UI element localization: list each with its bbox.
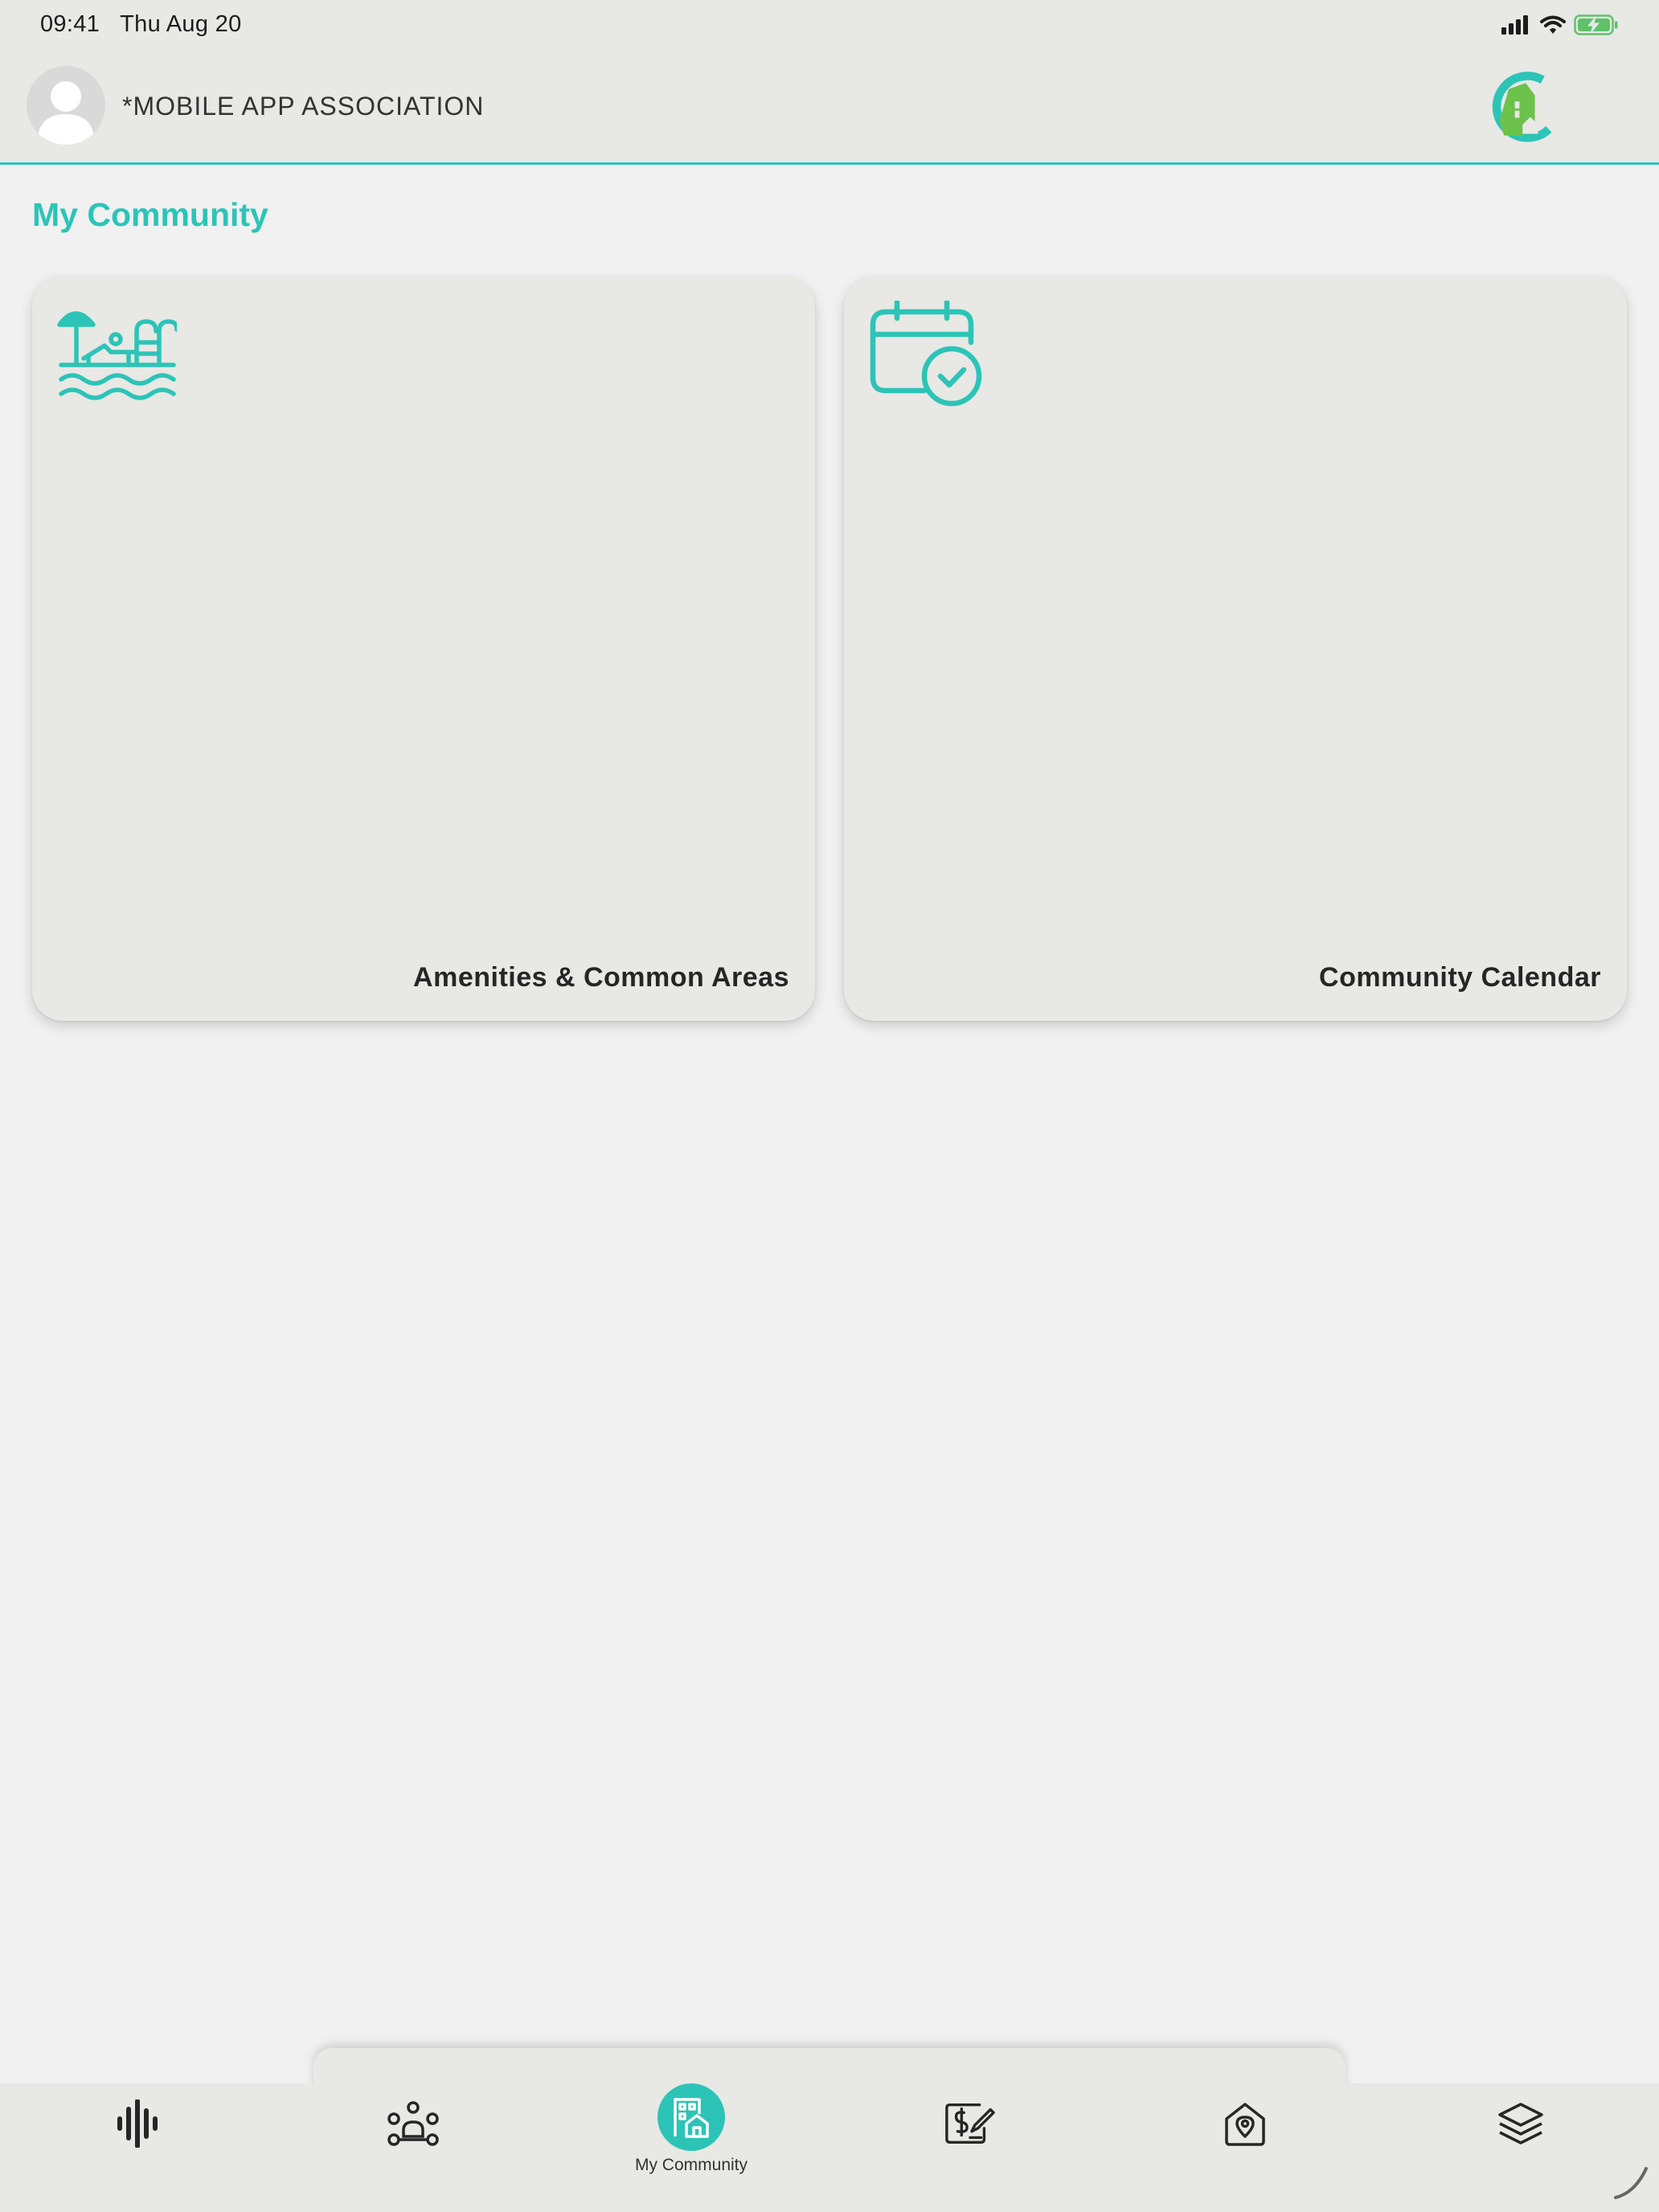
- bottom-nav: My Community: [0, 2083, 1659, 2212]
- status-time-date: 09:41 Thu Aug 20: [40, 11, 242, 38]
- status-bar: 09:41 Thu Aug 20: [0, 0, 1659, 50]
- nav-item-my-community[interactable]: My Community: [619, 2083, 764, 2204]
- layers-icon: [1495, 2098, 1546, 2149]
- association-name[interactable]: *MOBILE APP ASSOCIATION: [122, 92, 484, 121]
- page-title: My Community: [32, 196, 268, 233]
- community-building-icon: [657, 2083, 725, 2151]
- status-icons: [1501, 13, 1619, 37]
- wifi-icon: [1540, 15, 1566, 34]
- nav-item-layers[interactable]: [1448, 2083, 1593, 2204]
- people-network-icon: [387, 2098, 439, 2149]
- avatar[interactable]: [27, 66, 105, 145]
- amenities-card-label: Amenities & Common Areas: [413, 962, 789, 993]
- app-screen: 09:41 Thu Aug 20 *MOBILE APP ASSOCIATION…: [0, 0, 1659, 2212]
- brand-logo[interactable]: [1489, 68, 1566, 145]
- battery-charging-icon: [1574, 14, 1618, 35]
- status-time: 09:41: [40, 11, 100, 37]
- calendar-check-icon: [870, 301, 982, 407]
- nav-item-payments[interactable]: [897, 2083, 1042, 2204]
- status-date: Thu Aug 20: [120, 11, 242, 37]
- resize-handle-icon[interactable]: [1611, 2162, 1651, 2202]
- nav-label-my-community: My Community: [634, 2156, 748, 2174]
- payment-edit-icon: [944, 2098, 995, 2149]
- person-icon: [37, 81, 95, 145]
- home-location-icon: [1219, 2098, 1271, 2149]
- signal-icon: [1501, 15, 1528, 35]
- nav-item-people[interactable]: [341, 2083, 485, 2204]
- nav-item-activity[interactable]: [65, 2083, 210, 2204]
- app-header: *MOBILE APP ASSOCIATION: [0, 50, 1659, 165]
- pool-icon: [57, 311, 177, 400]
- amenities-card[interactable]: Amenities & Common Areas: [32, 276, 815, 1021]
- activity-icon: [112, 2098, 163, 2149]
- community-calendar-card[interactable]: Community Calendar: [844, 276, 1627, 1021]
- community-calendar-card-label: Community Calendar: [1319, 962, 1601, 993]
- nav-item-home-location[interactable]: [1173, 2083, 1317, 2204]
